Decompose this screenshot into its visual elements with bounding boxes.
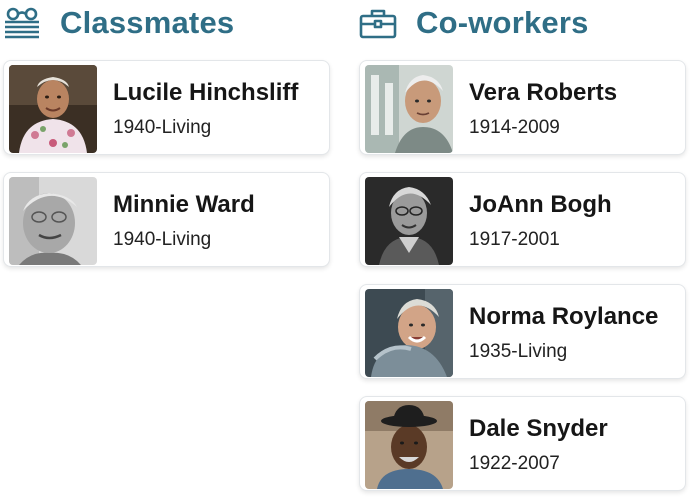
person-name: Lucile Hinchsliff <box>113 79 299 106</box>
portrait-photo <box>365 65 453 153</box>
portrait-photo <box>365 177 453 265</box>
person-card-joann-bogh[interactable]: JoAnn Bogh 1917-2001 <box>359 172 686 267</box>
person-name: JoAnn Bogh <box>469 191 612 218</box>
person-card-norma-roylance[interactable]: Norma Roylance 1935-Living <box>359 284 686 379</box>
person-name: Dale Snyder <box>469 415 608 442</box>
portrait-photo <box>365 289 453 377</box>
briefcase-icon <box>359 7 399 39</box>
person-card-lucile-hinchsliff[interactable]: Lucile Hinchsliff 1940-Living <box>3 60 330 155</box>
person-name: Minnie Ward <box>113 191 255 218</box>
classmates-section: Classmates Lucile Hinchsliff 1940-Living <box>3 0 339 267</box>
person-dates: 1917-2001 <box>469 229 560 250</box>
person-card-dale-snyder[interactable]: Dale Snyder 1922-2007 <box>359 396 686 491</box>
person-dates: 1940-Living <box>113 117 212 138</box>
glasses-book-icon <box>3 7 43 39</box>
person-dates: 1940-Living <box>113 229 212 250</box>
classmates-title: Classmates <box>60 5 235 40</box>
portrait-photo <box>9 177 97 265</box>
classmates-header: Classmates <box>3 0 339 46</box>
portrait-photo <box>9 65 97 153</box>
portrait-photo <box>365 401 453 489</box>
person-name: Vera Roberts <box>469 79 618 106</box>
person-name: Norma Roylance <box>469 303 659 330</box>
person-dates: 1935-Living <box>469 341 568 362</box>
person-dates: 1914-2009 <box>469 117 560 138</box>
coworkers-title: Co-workers <box>416 5 589 40</box>
person-card-minnie-ward[interactable]: Minnie Ward 1940-Living <box>3 172 330 267</box>
person-dates: 1922-2007 <box>469 453 560 474</box>
person-card-vera-roberts[interactable]: Vera Roberts 1914-2009 <box>359 60 686 155</box>
coworkers-section: Co-workers Vera Roberts 1914-2009 JoAnn … <box>359 0 695 491</box>
coworkers-header: Co-workers <box>359 0 695 46</box>
